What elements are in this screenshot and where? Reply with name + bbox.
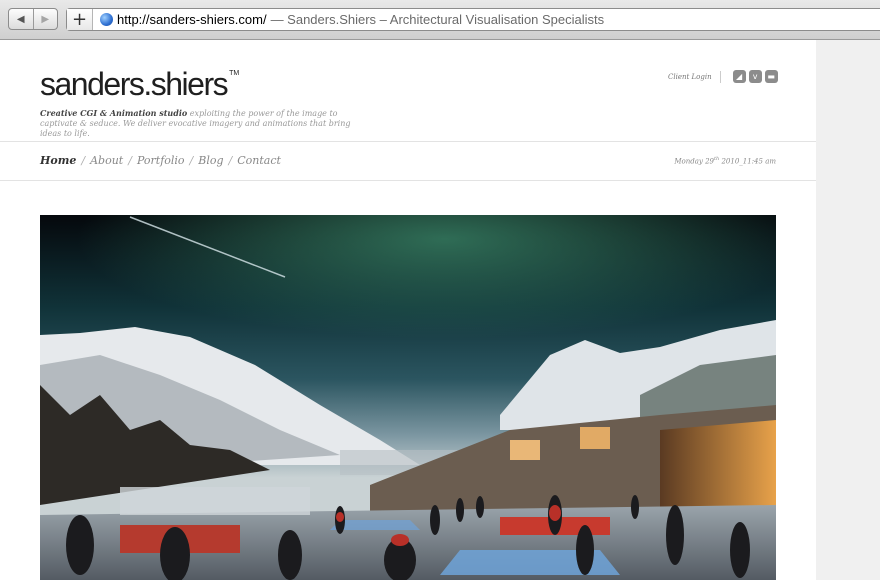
nav-separator: / (128, 154, 132, 167)
nav-separator: / (189, 154, 194, 167)
date-day: Monday 29 (674, 157, 715, 166)
vimeo-icon[interactable]: v (748, 70, 762, 83)
forward-button[interactable]: ▶ (32, 9, 58, 29)
globe-icon (100, 13, 113, 26)
date-stamp: Monday 29th 2010_11:45 am (674, 156, 776, 165)
nav-separator: / (81, 154, 86, 167)
logo-text[interactable]: sanders.shiers (40, 66, 229, 102)
site-tagline: Creative CGI & Animation studio exploiti… (40, 108, 370, 139)
page-title-text: — Sanders.Shiers – Architectural Visuali… (270, 12, 605, 27)
window-background (816, 40, 880, 580)
client-login-link[interactable]: Client Login (668, 73, 712, 81)
nav-separator: / (228, 154, 233, 167)
site-logo[interactable]: sanders.shiers TM (40, 66, 239, 103)
hero-image[interactable] (40, 215, 776, 580)
address-bar[interactable]: + http://sanders-shiers.com/ — Sanders.S… (66, 8, 880, 31)
building-window (580, 427, 610, 449)
nav-home[interactable]: Home (40, 154, 76, 167)
main-navigation: Home / About / Portfolio / Blog / Contac… (40, 154, 281, 167)
web-page: sanders.shiers TM Creative CGI & Animatio… (0, 40, 816, 580)
browser-toolbar: ◀ ▶ + http://sanders-shiers.com/ — Sande… (0, 0, 880, 40)
nav-about[interactable]: About (90, 154, 123, 167)
building-window (510, 440, 540, 460)
glowing-facade (660, 420, 776, 515)
chat-icon[interactable]: ▬ (764, 70, 778, 83)
nav-blog[interactable]: Blog (198, 154, 223, 167)
header-utilities: Client Login ◢ v ▬ (668, 70, 778, 83)
date-time: 2010_11:45 am (719, 157, 776, 166)
nav-portfolio[interactable]: Portfolio (137, 154, 185, 167)
nav-divider (0, 180, 816, 181)
delicious-icon[interactable]: ◢ (732, 70, 746, 83)
trademark-mark: TM (229, 70, 240, 77)
winter-plaza-rendering (40, 215, 776, 580)
pavilion (120, 487, 310, 515)
header-divider (0, 141, 816, 142)
add-bookmark-button[interactable]: + (67, 9, 93, 30)
back-button[interactable]: ◀ (9, 9, 33, 29)
nav-contact[interactable]: Contact (237, 154, 281, 167)
url-text[interactable]: http://sanders-shiers.com/ (117, 12, 267, 27)
tagline-strong: Creative CGI & Animation studio (40, 108, 188, 118)
history-buttons: ◀ ▶ (8, 8, 58, 30)
divider (719, 70, 721, 83)
